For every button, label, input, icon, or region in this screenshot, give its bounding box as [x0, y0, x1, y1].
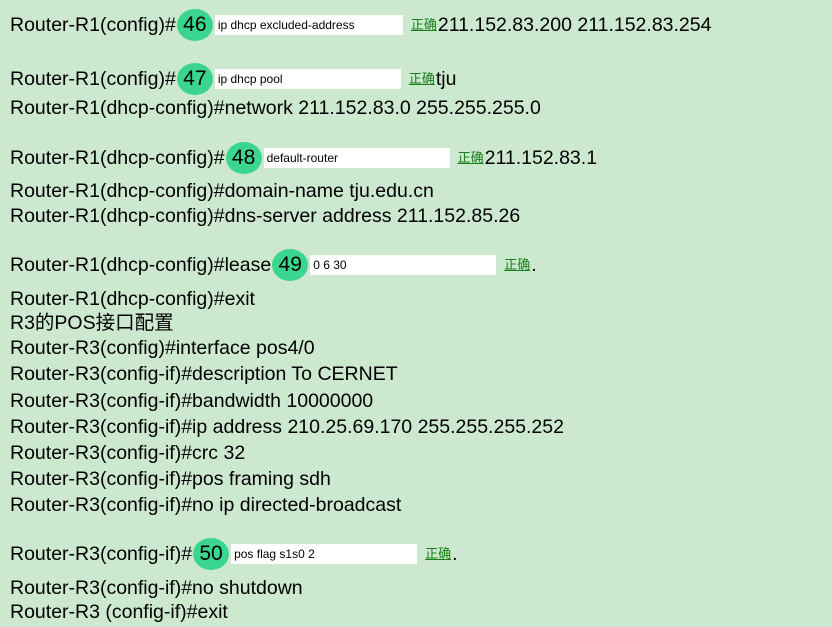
- config-line: Router-R1(dhcp-config)#domain-name tju.e…: [10, 180, 434, 202]
- blank-number-badge: 50: [193, 538, 230, 570]
- correct-link[interactable]: 正确: [504, 254, 530, 276]
- config-line: Router-R3 (config-if)#exit: [10, 601, 228, 623]
- command-suffix: 211.152.83.200 211.152.83.254: [437, 14, 712, 36]
- answer-input-49[interactable]: [310, 255, 497, 275]
- prompt-text: Router-R1(dhcp-config)#: [10, 147, 225, 169]
- command-suffix: tju: [435, 68, 457, 90]
- command-suffix: .: [452, 543, 458, 565]
- config-line: Router-R1(dhcp-config)#network 211.152.8…: [10, 97, 541, 119]
- config-line: Router-R3(config-if)#no shutdown: [10, 577, 303, 599]
- blank-number-badge: 49: [272, 249, 309, 281]
- correct-link[interactable]: 正确: [458, 147, 484, 169]
- config-line: Router-R1(dhcp-config)#dns-server addres…: [10, 205, 521, 227]
- correct-link[interactable]: 正确: [411, 14, 437, 36]
- blank-line-49: Router-R1(dhcp-config)#lease 49 正确 .: [10, 249, 537, 281]
- config-line: Router-R3(config-if)#no ip directed-broa…: [10, 494, 402, 516]
- blank-number-badge: 48: [225, 142, 262, 174]
- config-line: Router-R3(config-if)#description To CERN…: [10, 363, 398, 385]
- blank-number-badge: 46: [176, 9, 213, 41]
- prompt-text: Router-R1(config)#: [10, 68, 176, 90]
- config-line: Router-R3(config-if)#pos framing sdh: [10, 468, 331, 490]
- config-line: Router-R3(config)#interface pos4/0: [10, 337, 315, 359]
- config-line: Router-R1(dhcp-config)#exit: [10, 288, 255, 310]
- blank-line-50: Router-R3(config-if)# 50 正确 .: [10, 538, 458, 570]
- section-heading: R3的POS接口配置: [10, 312, 174, 334]
- config-exercise: Router-R1(config)# 46 正确 211.152.83.200 …: [0, 0, 832, 627]
- correct-link[interactable]: 正确: [425, 543, 451, 565]
- correct-link[interactable]: 正确: [409, 68, 435, 90]
- command-suffix: .: [531, 254, 537, 276]
- prompt-text: Router-R3(config-if)#: [10, 543, 193, 565]
- blank-line-48: Router-R1(dhcp-config)# 48 正确 211.152.83…: [10, 142, 597, 174]
- answer-input-47[interactable]: [214, 69, 401, 89]
- config-line: Router-R3(config-if)#crc 32: [10, 442, 246, 464]
- answer-input-46[interactable]: [214, 15, 403, 35]
- config-line: Router-R3(config-if)#bandwidth 10000000: [10, 390, 374, 412]
- command-suffix: 211.152.83.1: [484, 147, 598, 169]
- blank-number-badge: 47: [176, 63, 213, 95]
- answer-input-50[interactable]: [231, 544, 418, 564]
- prompt-text: Router-R1(config)#: [10, 14, 176, 36]
- config-line: Router-R3(config-if)#ip address 210.25.6…: [10, 416, 564, 438]
- prompt-text: Router-R1(dhcp-config)#lease: [10, 254, 272, 276]
- blank-line-46: Router-R1(config)# 46 正确 211.152.83.200 …: [10, 9, 711, 41]
- blank-line-47: Router-R1(config)# 47 正确 tju: [10, 63, 456, 95]
- answer-input-48[interactable]: [263, 148, 450, 168]
